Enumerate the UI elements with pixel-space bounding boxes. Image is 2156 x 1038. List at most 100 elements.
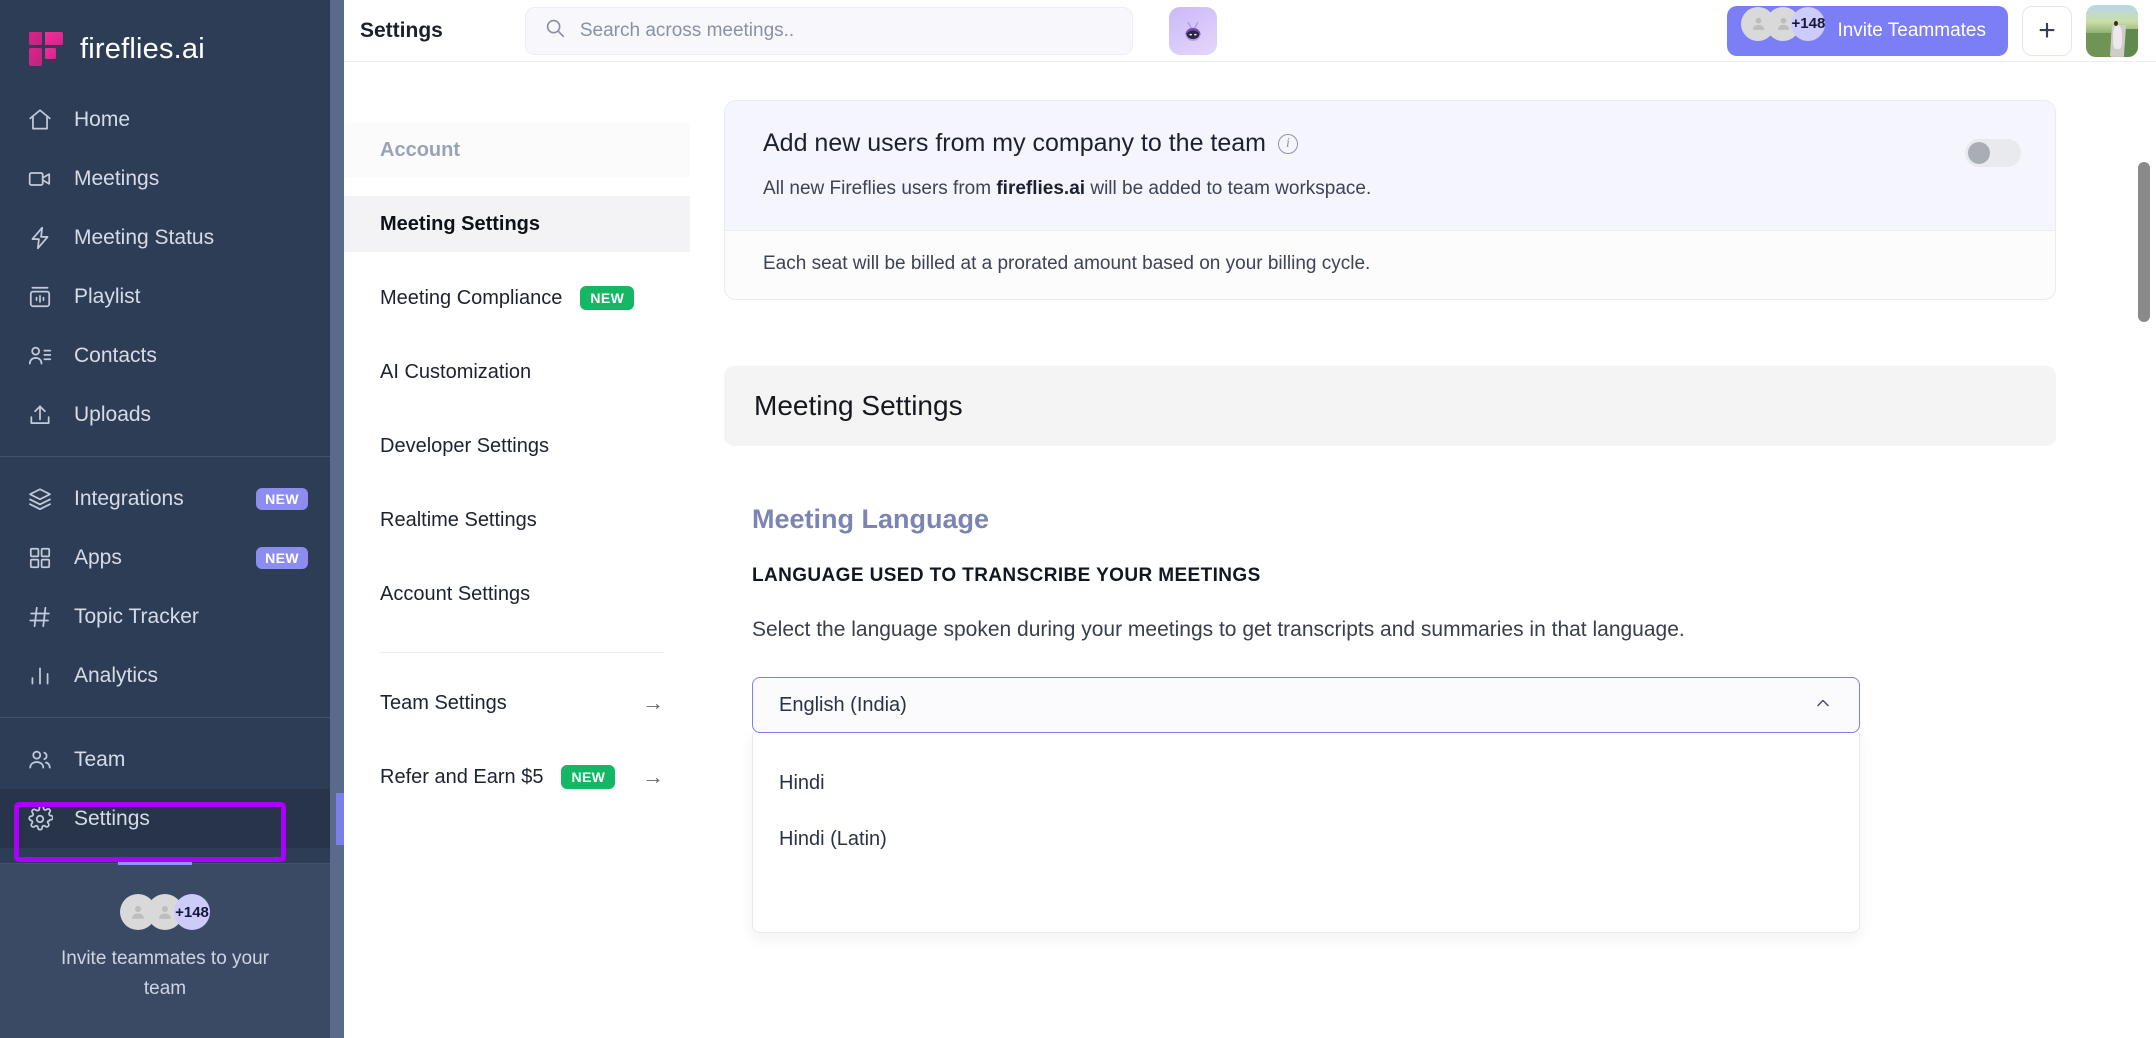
sidebar-item-label: Uploads (74, 403, 151, 427)
sidebar-item-label: Integrations (74, 487, 184, 511)
sidebar-item-label: Settings (74, 807, 150, 831)
search-icon (544, 17, 566, 44)
avatar-photo-decor (2124, 29, 2138, 56)
sidebar-item-uploads[interactable]: Uploads (0, 385, 330, 444)
settings-main: Add new users from my company to the tea… (690, 62, 2156, 1038)
sidebar-item-topic-tracker[interactable]: Topic Tracker (0, 587, 330, 646)
search-input[interactable] (580, 20, 1114, 42)
add-users-title: Add new users from my company to the tea… (763, 129, 1266, 158)
sidebar-badge-new: NEW (256, 547, 308, 569)
subnav-spacer (344, 400, 690, 418)
user-avatar[interactable] (2086, 5, 2138, 57)
sidebar-divider-2 (0, 717, 330, 718)
hash-icon (26, 603, 54, 631)
subnav-section-account: Account (344, 122, 690, 178)
arrow-right-icon: → (642, 690, 664, 716)
language-select[interactable]: English (India) (752, 677, 1860, 733)
bar-chart-icon (26, 662, 54, 690)
meeting-language-block: Meeting Language LANGUAGE USED TO TRANSC… (724, 504, 2056, 933)
sidebar-item-label: Analytics (74, 664, 158, 688)
sidebar-item-meetings[interactable]: Meetings (0, 149, 330, 208)
sidebar-item-label: Meeting Status (74, 226, 214, 250)
sidebar-edge-strip (330, 0, 344, 1038)
subnav-item-ai-customization[interactable]: AI Customization (344, 344, 690, 400)
brand[interactable]: fireflies.ai (0, 0, 330, 76)
invite-avatar-count: +148 (1791, 7, 1825, 41)
avatar-overflow-count: +148 (174, 894, 210, 930)
add-users-subtitle-prefix: All new Fireflies users from (763, 178, 996, 199)
fred-bot-icon[interactable] (1169, 7, 1217, 55)
subnav-item-team-settings[interactable]: Team Settings → (344, 675, 690, 731)
add-users-toggle[interactable] (1965, 139, 2021, 167)
settings-active-underline (118, 862, 192, 865)
avatar-group: +148 (0, 894, 330, 930)
subnav-item-label: Account Settings (380, 583, 530, 606)
sidebar-nav-primary: Home Meetings Meeting Status Playlist (0, 76, 330, 848)
subnav-spacer (344, 178, 690, 196)
add-users-texts: Add new users from my company to the tea… (763, 129, 1965, 200)
sidebar-item-label: Topic Tracker (74, 605, 199, 629)
search-bar[interactable] (525, 7, 1133, 55)
subnav-spacer (344, 252, 690, 270)
sidebar-item-integrations[interactable]: Integrations NEW (0, 469, 330, 528)
add-users-card: Add new users from my company to the tea… (724, 100, 2056, 300)
lightning-bolt-icon (26, 224, 54, 252)
left-sidebar: fireflies.ai Home Meetings Meeting Statu… (0, 0, 330, 1038)
sidebar-item-team[interactable]: Team (0, 730, 330, 789)
invite-teammates-button[interactable]: +148 Invite Teammates (1727, 6, 2008, 56)
sidebar-divider-1 (0, 456, 330, 457)
sidebar-item-playlist[interactable]: Playlist (0, 267, 330, 326)
subnav-item-meeting-settings[interactable]: Meeting Settings (344, 196, 690, 252)
top-bar: Settings (330, 0, 2156, 62)
subnav-item-label: Team Settings (380, 692, 507, 715)
sidebar-item-contacts[interactable]: Contacts (0, 326, 330, 385)
sidebar-invite-footer[interactable]: +148 Invite teammates to your team (0, 863, 330, 1038)
sidebar-invite-text: Invite teammates to your team (0, 944, 330, 1004)
subnav-item-realtime-settings[interactable]: Realtime Settings (344, 492, 690, 548)
add-users-domain: fireflies.ai (996, 178, 1085, 199)
sidebar-item-label: Apps (74, 546, 122, 570)
language-select-value: English (India) (779, 694, 907, 717)
topbar-actions: +148 Invite Teammates + (1727, 5, 2138, 57)
sidebar-item-label: Home (74, 108, 130, 132)
subnav-spacer (344, 731, 690, 749)
sidebar-item-label: Meetings (74, 167, 159, 191)
sidebar-item-label: Team (74, 748, 125, 772)
avatar-photo-decor (2113, 25, 2122, 49)
meeting-language-heading: Meeting Language (752, 504, 2056, 535)
upload-icon (26, 401, 54, 429)
subnav-badge-new: NEW (561, 765, 615, 789)
sidebar-item-label: Contacts (74, 344, 157, 368)
sidebar-badge-new: NEW (256, 488, 308, 510)
subnav-item-label: AI Customization (380, 361, 531, 384)
scrollbar-thumb[interactable] (2138, 162, 2150, 322)
info-icon[interactable]: i (1278, 134, 1298, 154)
subnav-spacer (344, 548, 690, 566)
subnav-item-developer-settings[interactable]: Developer Settings (344, 418, 690, 474)
sidebar-item-meeting-status[interactable]: Meeting Status (0, 208, 330, 267)
sidebar-item-settings[interactable]: Settings (0, 789, 330, 848)
subnav-item-meeting-compliance[interactable]: Meeting Compliance NEW (344, 270, 690, 326)
language-option-hindi[interactable]: Hindi (753, 755, 1859, 811)
subnav-spacer (344, 474, 690, 492)
subnav-item-label: Meeting Compliance (380, 287, 562, 310)
add-button[interactable]: + (2022, 6, 2072, 56)
language-option-hindi-latin[interactable]: Hindi (Latin) (753, 811, 1859, 867)
page-title: Settings (360, 19, 443, 43)
subnav-badge-new: NEW (580, 286, 634, 310)
arrow-right-icon: → (642, 764, 664, 790)
toggle-knob (1968, 142, 1990, 164)
meeting-settings-header: Meeting Settings (724, 366, 2056, 446)
sidebar-item-analytics[interactable]: Analytics (0, 646, 330, 705)
language-field-label: LANGUAGE USED TO TRANSCRIBE YOUR MEETING… (752, 565, 2056, 587)
app-root: fireflies.ai Home Meetings Meeting Statu… (0, 0, 2156, 1038)
chevron-up-icon[interactable] (1813, 693, 1833, 717)
fireflies-logo-icon (26, 29, 66, 69)
subnav-item-account-settings[interactable]: Account Settings (344, 566, 690, 622)
sidebar-item-home[interactable]: Home (0, 90, 330, 149)
subnav-item-refer-and-earn[interactable]: Refer and Earn $5 NEW → (344, 749, 690, 805)
sidebar-item-apps[interactable]: Apps NEW (0, 528, 330, 587)
language-dropdown[interactable]: Hindi Hindi (Latin) (752, 733, 1860, 933)
vertical-scrollbar[interactable] (2138, 124, 2150, 1038)
contacts-icon (26, 342, 54, 370)
